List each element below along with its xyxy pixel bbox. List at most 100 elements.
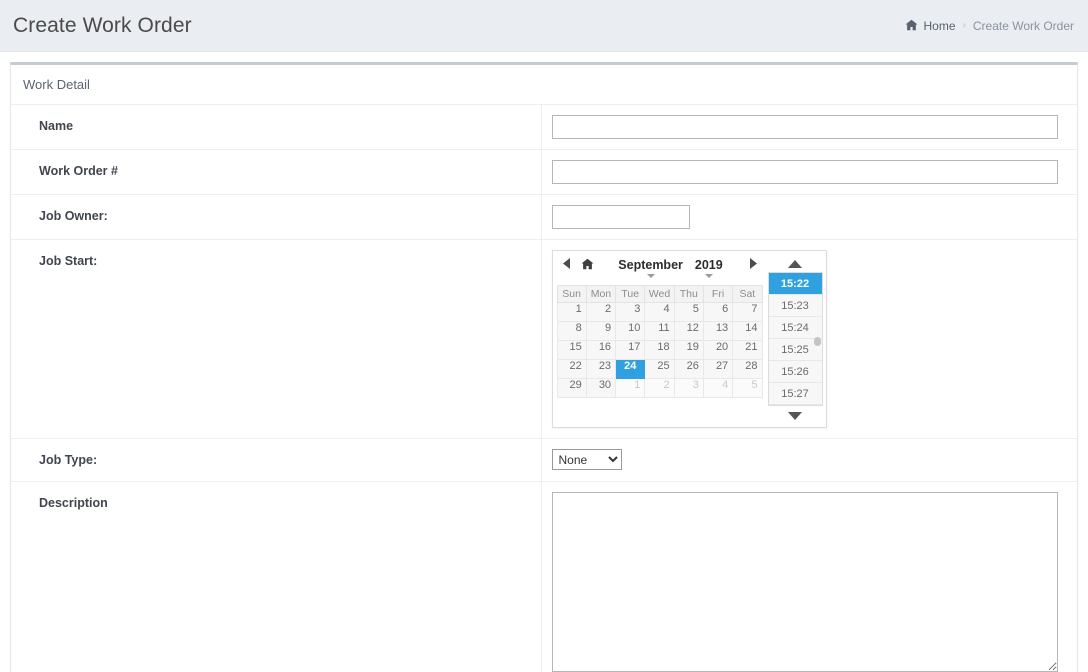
- calendar-day[interactable]: 22: [556, 359, 587, 379]
- time-option-selected[interactable]: 15:22: [768, 273, 822, 295]
- calendar-day[interactable]: 12: [673, 321, 704, 341]
- calendar-day[interactable]: 13: [702, 321, 734, 341]
- time-option[interactable]: 15:27: [768, 383, 822, 405]
- calendar-day[interactable]: 23: [585, 359, 617, 379]
- breadcrumb-current: Create Work Order: [972, 18, 1074, 33]
- calendar-day[interactable]: 7: [732, 302, 763, 322]
- calendar-day[interactable]: 30: [585, 378, 617, 398]
- calendar-day[interactable]: 16: [585, 340, 617, 360]
- time-option[interactable]: 15:23: [768, 295, 822, 317]
- today-home-icon[interactable]: [577, 258, 599, 273]
- calendar-week-row: 8 9 10 11 12 13 14: [556, 321, 763, 341]
- calendar-day-selected[interactable]: 24: [615, 359, 646, 379]
- form-row-description: Description: [11, 481, 1077, 672]
- year-selector[interactable]: 2019: [689, 258, 729, 278]
- weekday-fri: Fri: [702, 285, 734, 303]
- calendar-header: September 2019: [557, 255, 763, 285]
- time-scroll-down-icon[interactable]: [788, 412, 802, 420]
- label-description: Description: [11, 481, 542, 672]
- calendar-week-row: 1234567: [556, 302, 763, 322]
- form-row-job-type: Job Type: None: [11, 438, 1077, 482]
- description-textarea[interactable]: [551, 492, 1058, 672]
- home-icon: [904, 19, 918, 33]
- calendar-day[interactable]: 4: [702, 378, 734, 398]
- panel-heading: Work Detail: [11, 65, 1077, 105]
- calendar-panel: September 2019 Sun Mon Tue Wed Thu Fri S…: [556, 255, 763, 422]
- weekday-sun: Sun: [556, 285, 587, 303]
- calendar-day[interactable]: 15: [556, 340, 587, 360]
- weekday-thu: Thu: [673, 285, 704, 303]
- form-row-job-start: Job Start: September 2019 Sun Mon Tue We…: [11, 239, 1077, 439]
- job-type-select[interactable]: None: [551, 449, 622, 470]
- time-option[interactable]: 15:26: [768, 361, 822, 383]
- page-title: Create Work Order: [13, 13, 192, 37]
- work-order-number-input[interactable]: [551, 160, 1058, 184]
- calendar-day[interactable]: 21: [732, 340, 763, 360]
- calendar-day[interactable]: 18: [644, 340, 675, 360]
- calendar-day[interactable]: 1: [615, 378, 646, 398]
- year-label: 2019: [694, 258, 723, 272]
- label-job-type: Job Type:: [11, 438, 542, 482]
- page-header: Create Work Order Home › Create Work Ord…: [0, 0, 1088, 52]
- label-work-order-number: Work Order #: [11, 149, 542, 195]
- calendar-weekday-row: Sun Mon Tue Wed Thu Fri Sat: [556, 285, 763, 303]
- calendar-day[interactable]: 6: [702, 302, 734, 322]
- weekday-sat: Sat: [732, 285, 763, 303]
- calendar-day[interactable]: 17: [615, 340, 646, 360]
- form-row-job-owner: Job Owner:: [11, 194, 1077, 240]
- calendar-day[interactable]: 19: [673, 340, 704, 360]
- form-row-name: Name: [11, 105, 1077, 150]
- name-input[interactable]: [551, 115, 1058, 139]
- calendar-week-row: 22 23 24 25 26 27 28: [556, 359, 763, 379]
- calendar-day[interactable]: 8: [556, 321, 587, 341]
- content-area: Work Detail Name Work Order # Job Owner:…: [0, 52, 1088, 672]
- calendar-day[interactable]: 28: [732, 359, 763, 379]
- weekday-mon: Mon: [585, 285, 617, 303]
- calendar-body: 1 2 3 4 5 6 7 8 9 10 11 12 13 14 15 16 17 18 19 20 21 22 23 24 2…: [556, 302, 763, 398]
- calendar-day[interactable]: 3: [615, 302, 646, 322]
- time-option[interactable]: 15:24: [768, 317, 822, 339]
- time-list-scrollbar-thumb[interactable]: [813, 337, 821, 346]
- work-detail-panel: Work Detail Name Work Order # Job Owner:…: [10, 62, 1078, 672]
- calendar-week-row: 15 16 17 18 19 20 21: [556, 340, 763, 360]
- month-caret-down-icon: [646, 274, 655, 278]
- weekday-tue: Tue: [615, 285, 646, 303]
- calendar-week-row: 29 30 1 2 3 4 5: [556, 378, 763, 398]
- work-detail-form: Name Work Order # Job Owner: Job Start: …: [11, 105, 1077, 672]
- calendar-day[interactable]: 9: [585, 321, 617, 341]
- calendar-day[interactable]: 2: [644, 378, 675, 398]
- job-owner-input[interactable]: [551, 205, 690, 229]
- calendar-day[interactable]: 20: [702, 340, 734, 360]
- breadcrumb: Home › Create Work Order: [904, 0, 1074, 51]
- calendar-day[interactable]: 3: [673, 378, 704, 398]
- month-label: September: [618, 258, 683, 272]
- calendar-day[interactable]: 25: [644, 359, 675, 379]
- calendar-day[interactable]: 10: [615, 321, 646, 341]
- calendar-day[interactable]: 5: [673, 302, 704, 322]
- calendar-day[interactable]: 26: [673, 359, 704, 379]
- time-scroll-up-icon[interactable]: [788, 260, 802, 268]
- breadcrumb-home-link[interactable]: Home: [924, 19, 956, 33]
- time-picker: 15:22 15:23 15:24 15:25 15:26 15:27: [767, 255, 823, 422]
- calendar-day[interactable]: 29: [556, 378, 587, 398]
- next-month-icon[interactable]: [743, 258, 763, 274]
- time-list[interactable]: 15:22 15:23 15:24 15:25 15:26 15:27: [767, 272, 823, 406]
- label-job-start: Job Start:: [11, 239, 542, 439]
- year-caret-down-icon: [704, 274, 713, 278]
- calendar-day[interactable]: 14: [732, 321, 763, 341]
- form-row-work-order-number: Work Order #: [11, 149, 1077, 195]
- label-job-owner: Job Owner:: [11, 194, 542, 240]
- label-name: Name: [11, 105, 542, 150]
- calendar-day[interactable]: 1: [556, 302, 587, 322]
- calendar-day[interactable]: 11: [644, 321, 675, 341]
- month-selector[interactable]: September: [612, 258, 689, 278]
- prev-month-icon[interactable]: [557, 258, 577, 274]
- calendar-day[interactable]: 2: [585, 302, 617, 322]
- calendar-day[interactable]: 27: [702, 359, 734, 379]
- calendar-day[interactable]: 4: [644, 302, 675, 322]
- weekday-wed: Wed: [644, 285, 675, 303]
- calendar-grid: Sun Mon Tue Wed Thu Fri Sat 1 2 3 4 5 6 …: [556, 285, 763, 398]
- calendar-day[interactable]: 5: [732, 378, 763, 398]
- breadcrumb-separator-icon: ›: [962, 20, 966, 31]
- datetime-picker[interactable]: September 2019 Sun Mon Tue Wed Thu Fri S…: [551, 250, 827, 428]
